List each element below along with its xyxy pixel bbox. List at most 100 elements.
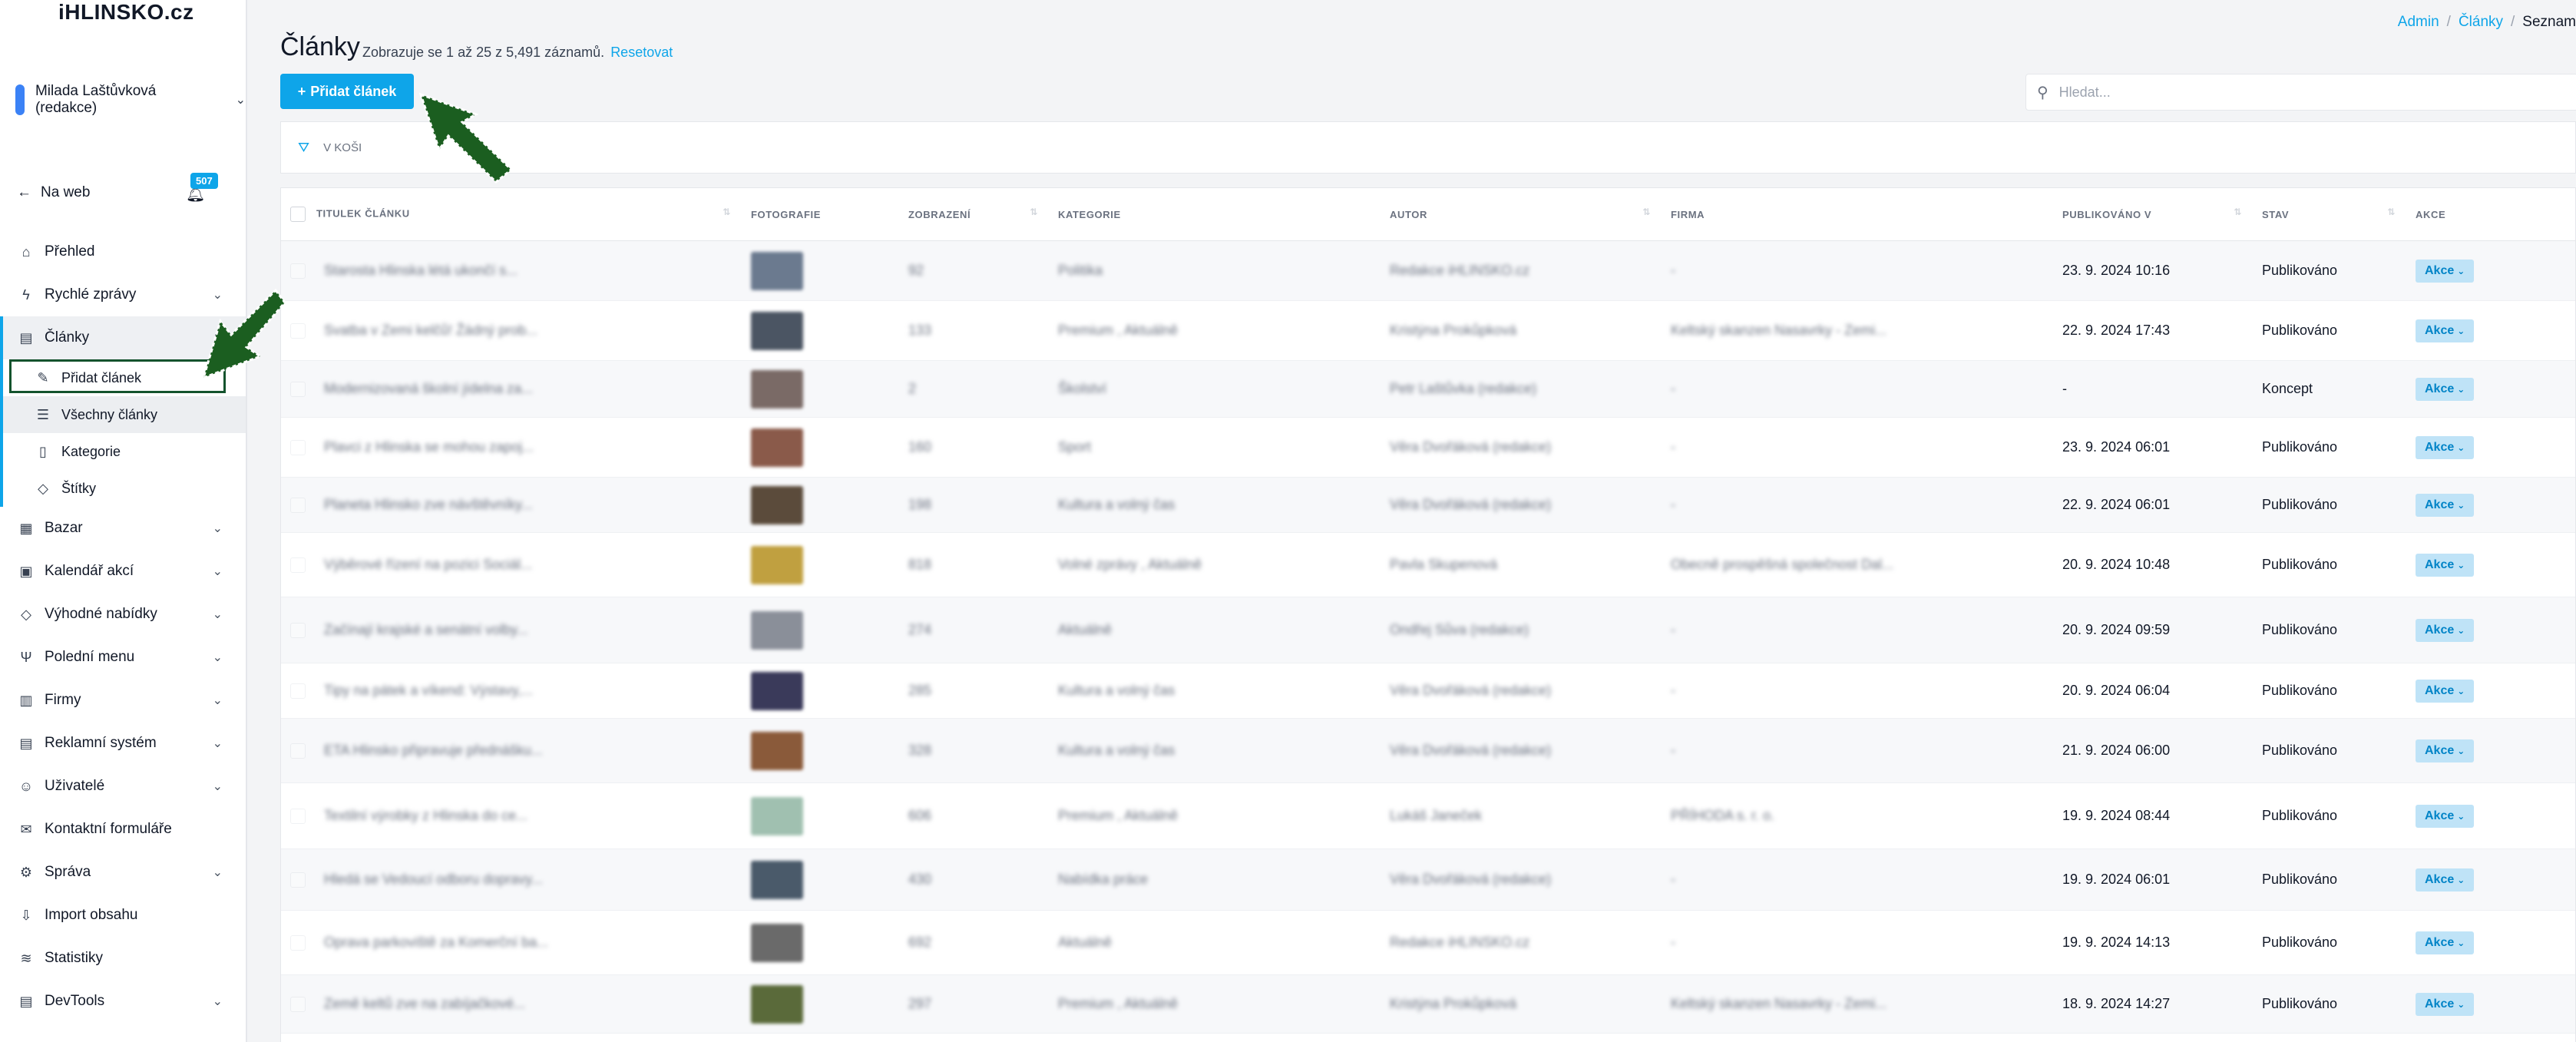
actions-dropdown-button[interactable]: Akce ⌄: [2416, 435, 2475, 459]
sidebar-item-kalendar-akci[interactable]: ▣ Kalendář akcí ⌄: [0, 550, 246, 593]
cell-title[interactable]: Tipy na pátek a víkend: Výstavy,...: [281, 663, 742, 719]
cell-title[interactable]: ETA Hlinsko připravuje přednášku...: [281, 718, 742, 783]
actions-dropdown-button[interactable]: Akce ⌄: [2416, 804, 2475, 828]
table-row[interactable]: Hledá se Vedoucí odboru dopravy... 430 Nab…: [281, 848, 2575, 911]
table-row[interactable]: Svatba v Zemi kelčů! Žádný prob... 133 Pre…: [281, 300, 2575, 361]
sidebar-item-reklamni-system[interactable]: ▤ Reklamní systém ⌄: [0, 722, 246, 765]
column-header-author[interactable]: AUTOR ⇅: [1381, 188, 1662, 241]
cell-title[interactable]: Výběrové řízení na pozici Sociál...: [281, 532, 742, 597]
table-row[interactable]: Začínají krajské a senátní volby... 274 Ak…: [281, 597, 2575, 663]
actions-dropdown-button[interactable]: Akce ⌄: [2416, 992, 2475, 1016]
row-checkbox[interactable]: [290, 809, 306, 825]
table-row[interactable]: Planeta Hlinsko zve návštěvníky... 198 Kul…: [281, 477, 2575, 533]
filter-icon[interactable]: ⛛: [298, 140, 309, 156]
avatar: [15, 84, 25, 115]
row-checkbox[interactable]: [290, 323, 306, 339]
column-header-views[interactable]: ZOBRAZENÍ ⇅: [899, 188, 1049, 241]
row-checkbox[interactable]: [290, 557, 306, 574]
cell-title[interactable]: Planeta Hlinsko zve návštěvníky...: [281, 477, 742, 533]
table-row[interactable]: Země keltů zve na zabíjačkové... 297 Premi…: [281, 974, 2575, 1034]
search-input[interactable]: Hledat...: [2059, 84, 2111, 101]
tag-icon: ◇: [21, 606, 31, 622]
table-row[interactable]: Tipy na pátek a víkend: Výstavy,... 285 Ku…: [281, 663, 2575, 719]
cell-title[interactable]: Hledá se Vedoucí odboru dopravy...: [281, 848, 742, 911]
table-row[interactable]: Starosta Hlinska létá ukončí s... 92 Polit…: [281, 240, 2575, 301]
filter-trash[interactable]: V KOŠI: [323, 141, 362, 154]
actions-dropdown-button[interactable]: Akce ⌄: [2416, 618, 2475, 642]
row-checkbox[interactable]: [290, 935, 306, 951]
row-checkbox[interactable]: [290, 263, 306, 280]
actions-dropdown-button[interactable]: Akce ⌄: [2416, 553, 2475, 577]
sidebar-item-stitky[interactable]: ◇ Štítky: [3, 470, 246, 507]
row-checkbox[interactable]: [290, 382, 306, 398]
cell-category: Školství: [1049, 360, 1381, 418]
table-row[interactable]: Modernizovaná školní jídelna za... 2 Škols…: [281, 360, 2575, 418]
record-count-text: Zobrazuje se 1 až 25 z 5,491 záznamů.: [362, 45, 605, 60]
table-row[interactable]: ETA Hlinsko připravuje přednášku... 328 Ku…: [281, 718, 2575, 783]
actions-dropdown-button[interactable]: Akce ⌄: [2416, 868, 2475, 891]
row-checkbox[interactable]: [290, 623, 306, 639]
back-label: Na web: [41, 184, 91, 200]
search-field[interactable]: ⚲ Hledat...: [2025, 74, 2576, 111]
sidebar-item-vyhodne-nabidky[interactable]: ◇ Výhodné nabídky ⌄: [0, 593, 246, 636]
row-checkbox[interactable]: [290, 743, 306, 759]
actions-dropdown-button[interactable]: Akce ⌄: [2416, 377, 2475, 401]
actions-dropdown-button[interactable]: Akce ⌄: [2416, 679, 2475, 703]
row-checkbox[interactable]: [290, 440, 306, 456]
sidebar-item-label: Import obsahu: [45, 907, 138, 923]
table-row[interactable]: Oprava parkoviště za Komerční ba... 692 Ak…: [281, 910, 2575, 975]
reset-link[interactable]: Resetovat: [610, 45, 673, 60]
table-row[interactable]: Textilní výrobky z Hlinska do ce... 606 Pr…: [281, 782, 2575, 849]
cell-title[interactable]: Země keltů zve na zabíjačkové...: [281, 974, 742, 1034]
sidebar-item-uzivatele[interactable]: ☺ Uživatelé ⌄: [0, 765, 246, 808]
sidebar-item-kategorie[interactable]: ▯ Kategorie: [3, 433, 246, 470]
sidebar-item-firmy[interactable]: ▥ Firmy ⌄: [0, 679, 246, 722]
sidebar-item-poledni-menu[interactable]: Ψ Polední menu ⌄: [0, 636, 246, 679]
actions-dropdown-button[interactable]: Akce ⌄: [2416, 739, 2475, 762]
cell-title[interactable]: Modernizovaná školní jídelna za...: [281, 360, 742, 418]
row-checkbox[interactable]: [290, 683, 306, 700]
actions-dropdown-button[interactable]: Akce ⌄: [2416, 493, 2475, 517]
sidebar-item-sprava[interactable]: ⚙ Správa ⌄: [0, 851, 246, 894]
cell-company: Keltský skanzen Nasavrky - Zemi...: [1662, 974, 2053, 1034]
sidebar-item-kontaktni-formulare[interactable]: ✉ Kontaktní formuláře: [0, 808, 246, 851]
cell-title[interactable]: Svatba v Zemi kelčů! Žádný prob...: [281, 300, 742, 361]
breadcrumb-clanky[interactable]: Články: [2459, 14, 2503, 30]
breadcrumb-admin[interactable]: Admin: [2398, 14, 2439, 30]
column-header-published[interactable]: PUBLIKOVÁNO V ⇅: [2053, 188, 2253, 241]
cell-title[interactable]: Starosta Hlinska létá ukončí s...: [281, 240, 742, 301]
user-menu[interactable]: Milada Laštůvková (redakce) ⌄: [15, 83, 246, 117]
sidebar-item-label: Přehled: [45, 243, 95, 260]
column-header-title[interactable]: TITULEK ČLÁNKU ⇅: [281, 188, 742, 241]
sidebar-item-vsechny-clanky[interactable]: ☰ Všechny články: [3, 396, 246, 433]
cell-title[interactable]: Oprava parkoviště za Komerční ba...: [281, 910, 742, 975]
sidebar-item-bazar[interactable]: ▦ Bazar ⌄: [0, 507, 246, 550]
cell-photo: [742, 417, 899, 478]
row-checkbox[interactable]: [290, 997, 306, 1013]
actions-dropdown-button[interactable]: Akce ⌄: [2416, 931, 2475, 954]
back-to-web-link[interactable]: ← Na web: [17, 184, 90, 201]
cell-title[interactable]: Textilní výrobky z Hlinska do ce...: [281, 782, 742, 849]
sidebar-item-devtools[interactable]: ▤ DevTools ⌄: [0, 980, 246, 1023]
add-article-button[interactable]: + Přidat článek: [280, 74, 414, 109]
sidebar-item-statistiky[interactable]: ≋ Statistiky: [0, 937, 246, 980]
select-all-checkbox[interactable]: [290, 207, 306, 222]
actions-dropdown-button[interactable]: Akce ⌄: [2416, 319, 2475, 342]
actions-dropdown-button[interactable]: Akce ⌄: [2416, 259, 2475, 283]
table-row[interactable]: Výběrové řízení na pozici Sociál... 818 Vo…: [281, 532, 2575, 597]
cell-title[interactable]: Začínají krajské a senátní volby...: [281, 597, 742, 663]
column-header-status[interactable]: STAV ⇅: [2253, 188, 2406, 241]
cell-author: Kristýna Prokůpková: [1381, 974, 1662, 1034]
table-row[interactable]: Plavci z Hlinska se mohou zapoj... 160 Spo…: [281, 417, 2575, 478]
column-header-category: KATEGORIE: [1049, 188, 1381, 241]
row-checkbox[interactable]: [290, 872, 306, 888]
sidebar-item-import-obsahu[interactable]: ⇩ Import obsahu: [0, 894, 246, 937]
sidebar-item-label: Bazar: [45, 520, 83, 536]
sidebar-item-prehled[interactable]: ⌂ Přehled: [0, 230, 246, 273]
cell-views: 2: [899, 360, 1049, 418]
site-logo[interactable]: iHLINSKO.cz: [58, 0, 194, 25]
cell-company: -: [1662, 240, 2053, 301]
article-thumbnail: [751, 610, 803, 650]
cell-title[interactable]: Plavci z Hlinska se mohou zapoj...: [281, 417, 742, 478]
row-checkbox[interactable]: [290, 498, 306, 514]
